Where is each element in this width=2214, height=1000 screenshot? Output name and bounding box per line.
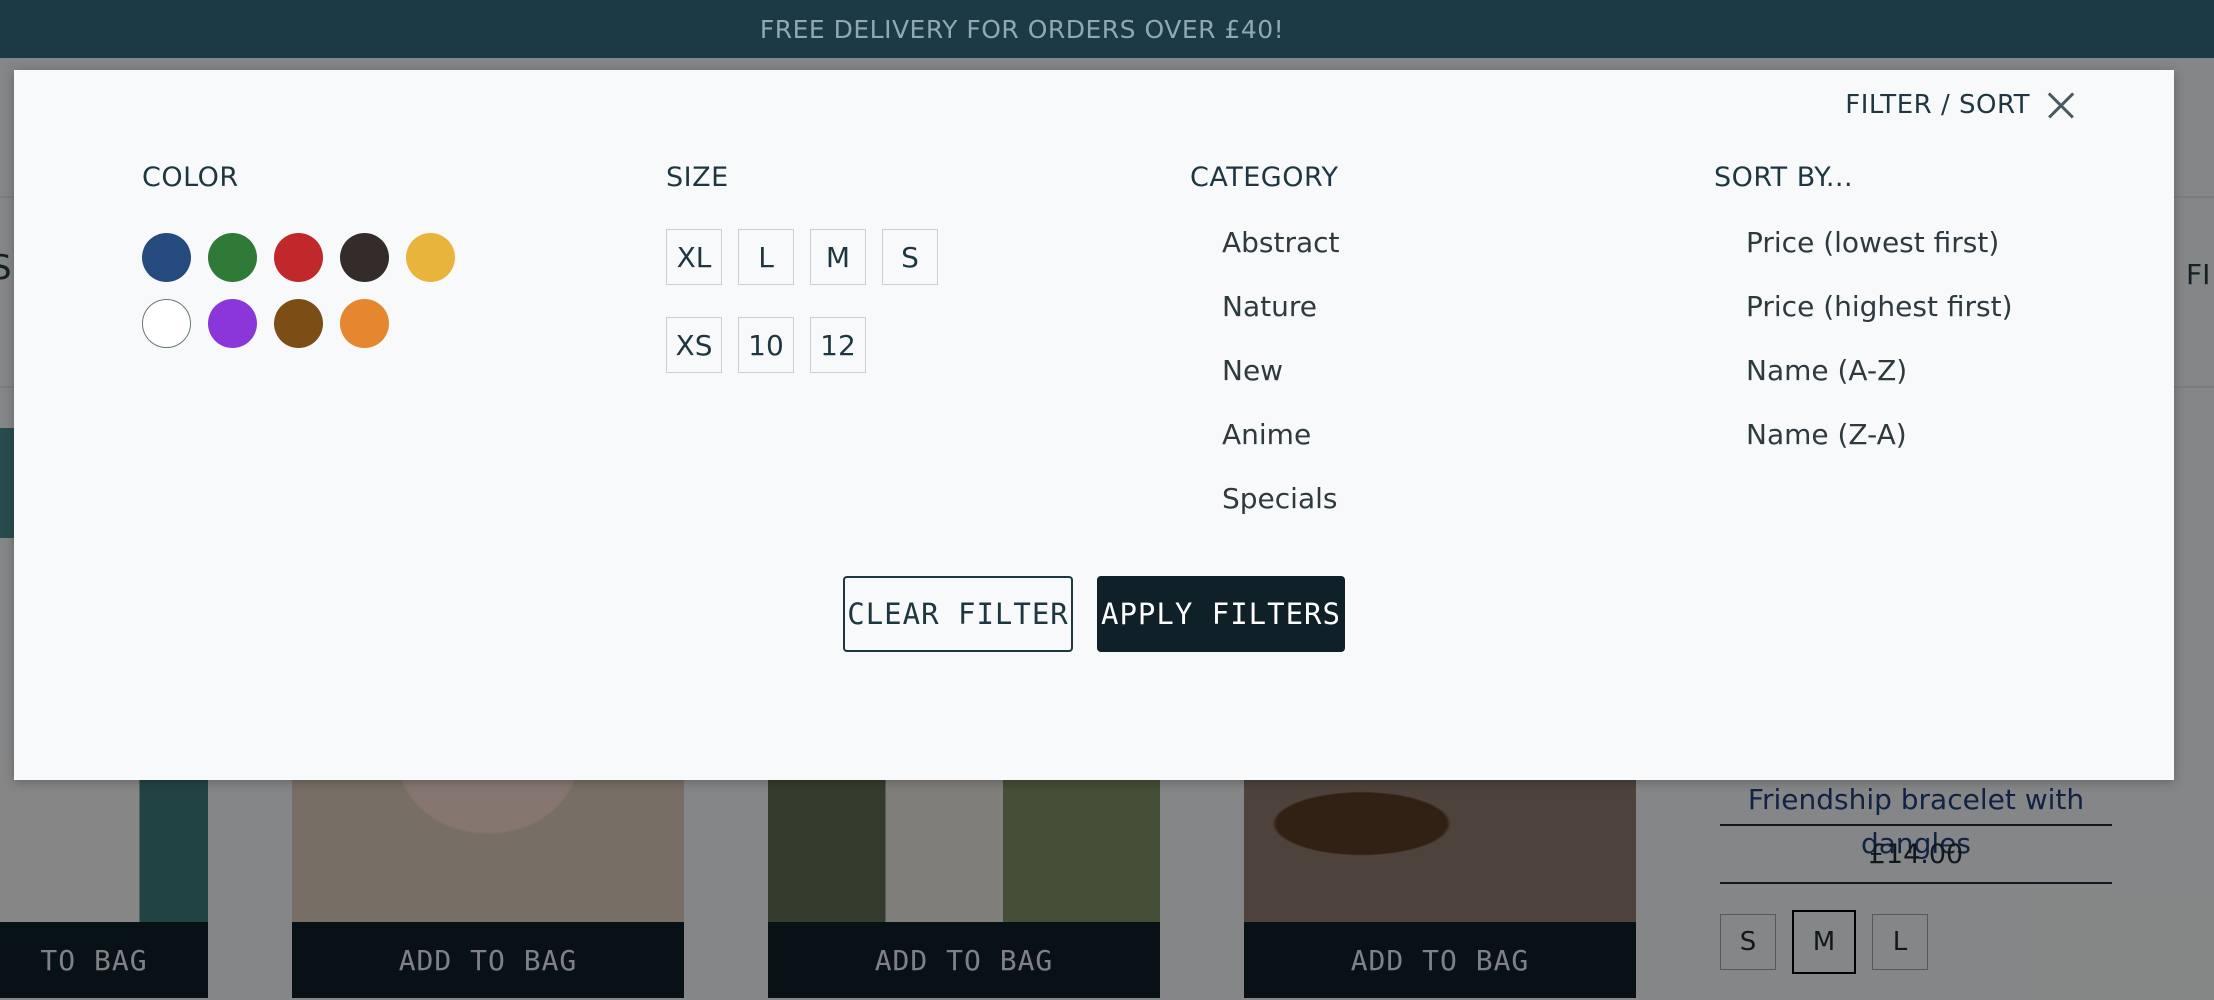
size-option-l[interactable]: L	[738, 229, 794, 285]
promo-text: FREE DELIVERY FOR ORDERS OVER £40!	[759, 14, 1285, 44]
color-swatch-white[interactable]	[142, 299, 191, 348]
filter-sort-modal: FILTER / SORT COLOR SIZE XL L M S XS 10 …	[14, 70, 2174, 780]
color-swatch-red[interactable]	[274, 233, 323, 282]
size-option-s[interactable]: S	[882, 229, 938, 285]
sort-title: SORT BY...	[1714, 162, 1854, 193]
size-option-xl[interactable]: XL	[666, 229, 722, 285]
category-option-abstract[interactable]: Abstract	[1222, 221, 1340, 285]
color-swatch-green[interactable]	[208, 233, 257, 282]
modal-header: FILTER / SORT	[1845, 90, 2076, 120]
sort-option-name-desc[interactable]: Name (Z-A)	[1746, 413, 2013, 477]
sort-options: SORT BY... Price (lowest first) Price (h…	[1714, 162, 2013, 477]
category-filter: CATEGORY Abstract Nature New Anime Speci…	[1190, 162, 1340, 541]
color-swatches	[142, 233, 462, 373]
color-swatch-purple[interactable]	[208, 299, 257, 348]
size-option-10[interactable]: 10	[738, 317, 794, 373]
category-option-nature[interactable]: Nature	[1222, 285, 1340, 349]
category-options: Abstract Nature New Anime Specials	[1190, 221, 1340, 541]
category-filter-title: CATEGORY	[1190, 162, 1339, 193]
color-swatch-black[interactable]	[340, 233, 389, 282]
size-option-xs[interactable]: XS	[666, 317, 722, 373]
size-option-m[interactable]: M	[810, 229, 866, 285]
modal-title: FILTER / SORT	[1845, 90, 2030, 120]
category-option-new[interactable]: New	[1222, 349, 1340, 413]
clear-filter-button[interactable]: CLEAR FILTER	[843, 576, 1073, 652]
color-filter-title: COLOR	[142, 162, 239, 193]
size-options: XL L M S XS 10 12	[666, 229, 986, 389]
category-option-specials[interactable]: Specials	[1222, 477, 1340, 541]
size-filter: SIZE XL L M S XS 10 12	[666, 162, 986, 389]
close-icon[interactable]	[2046, 90, 2076, 120]
sort-option-name-asc[interactable]: Name (A-Z)	[1746, 349, 2013, 413]
color-swatch-brown[interactable]	[274, 299, 323, 348]
promo-banner: FREE DELIVERY FOR ORDERS OVER £40!	[0, 0, 2214, 58]
sort-option-price-asc[interactable]: Price (lowest first)	[1746, 221, 2013, 285]
size-filter-title: SIZE	[666, 162, 729, 193]
apply-filters-button[interactable]: APPLY FILTERS	[1097, 576, 1345, 652]
color-filter: COLOR	[142, 162, 462, 373]
color-swatch-orange[interactable]	[340, 299, 389, 348]
sort-option-price-desc[interactable]: Price (highest first)	[1746, 285, 2013, 349]
category-option-anime[interactable]: Anime	[1222, 413, 1340, 477]
size-option-12[interactable]: 12	[810, 317, 866, 373]
color-swatch-blue[interactable]	[142, 233, 191, 282]
color-swatch-yellow[interactable]	[406, 233, 455, 282]
sort-option-list: Price (lowest first) Price (highest firs…	[1714, 221, 2013, 477]
